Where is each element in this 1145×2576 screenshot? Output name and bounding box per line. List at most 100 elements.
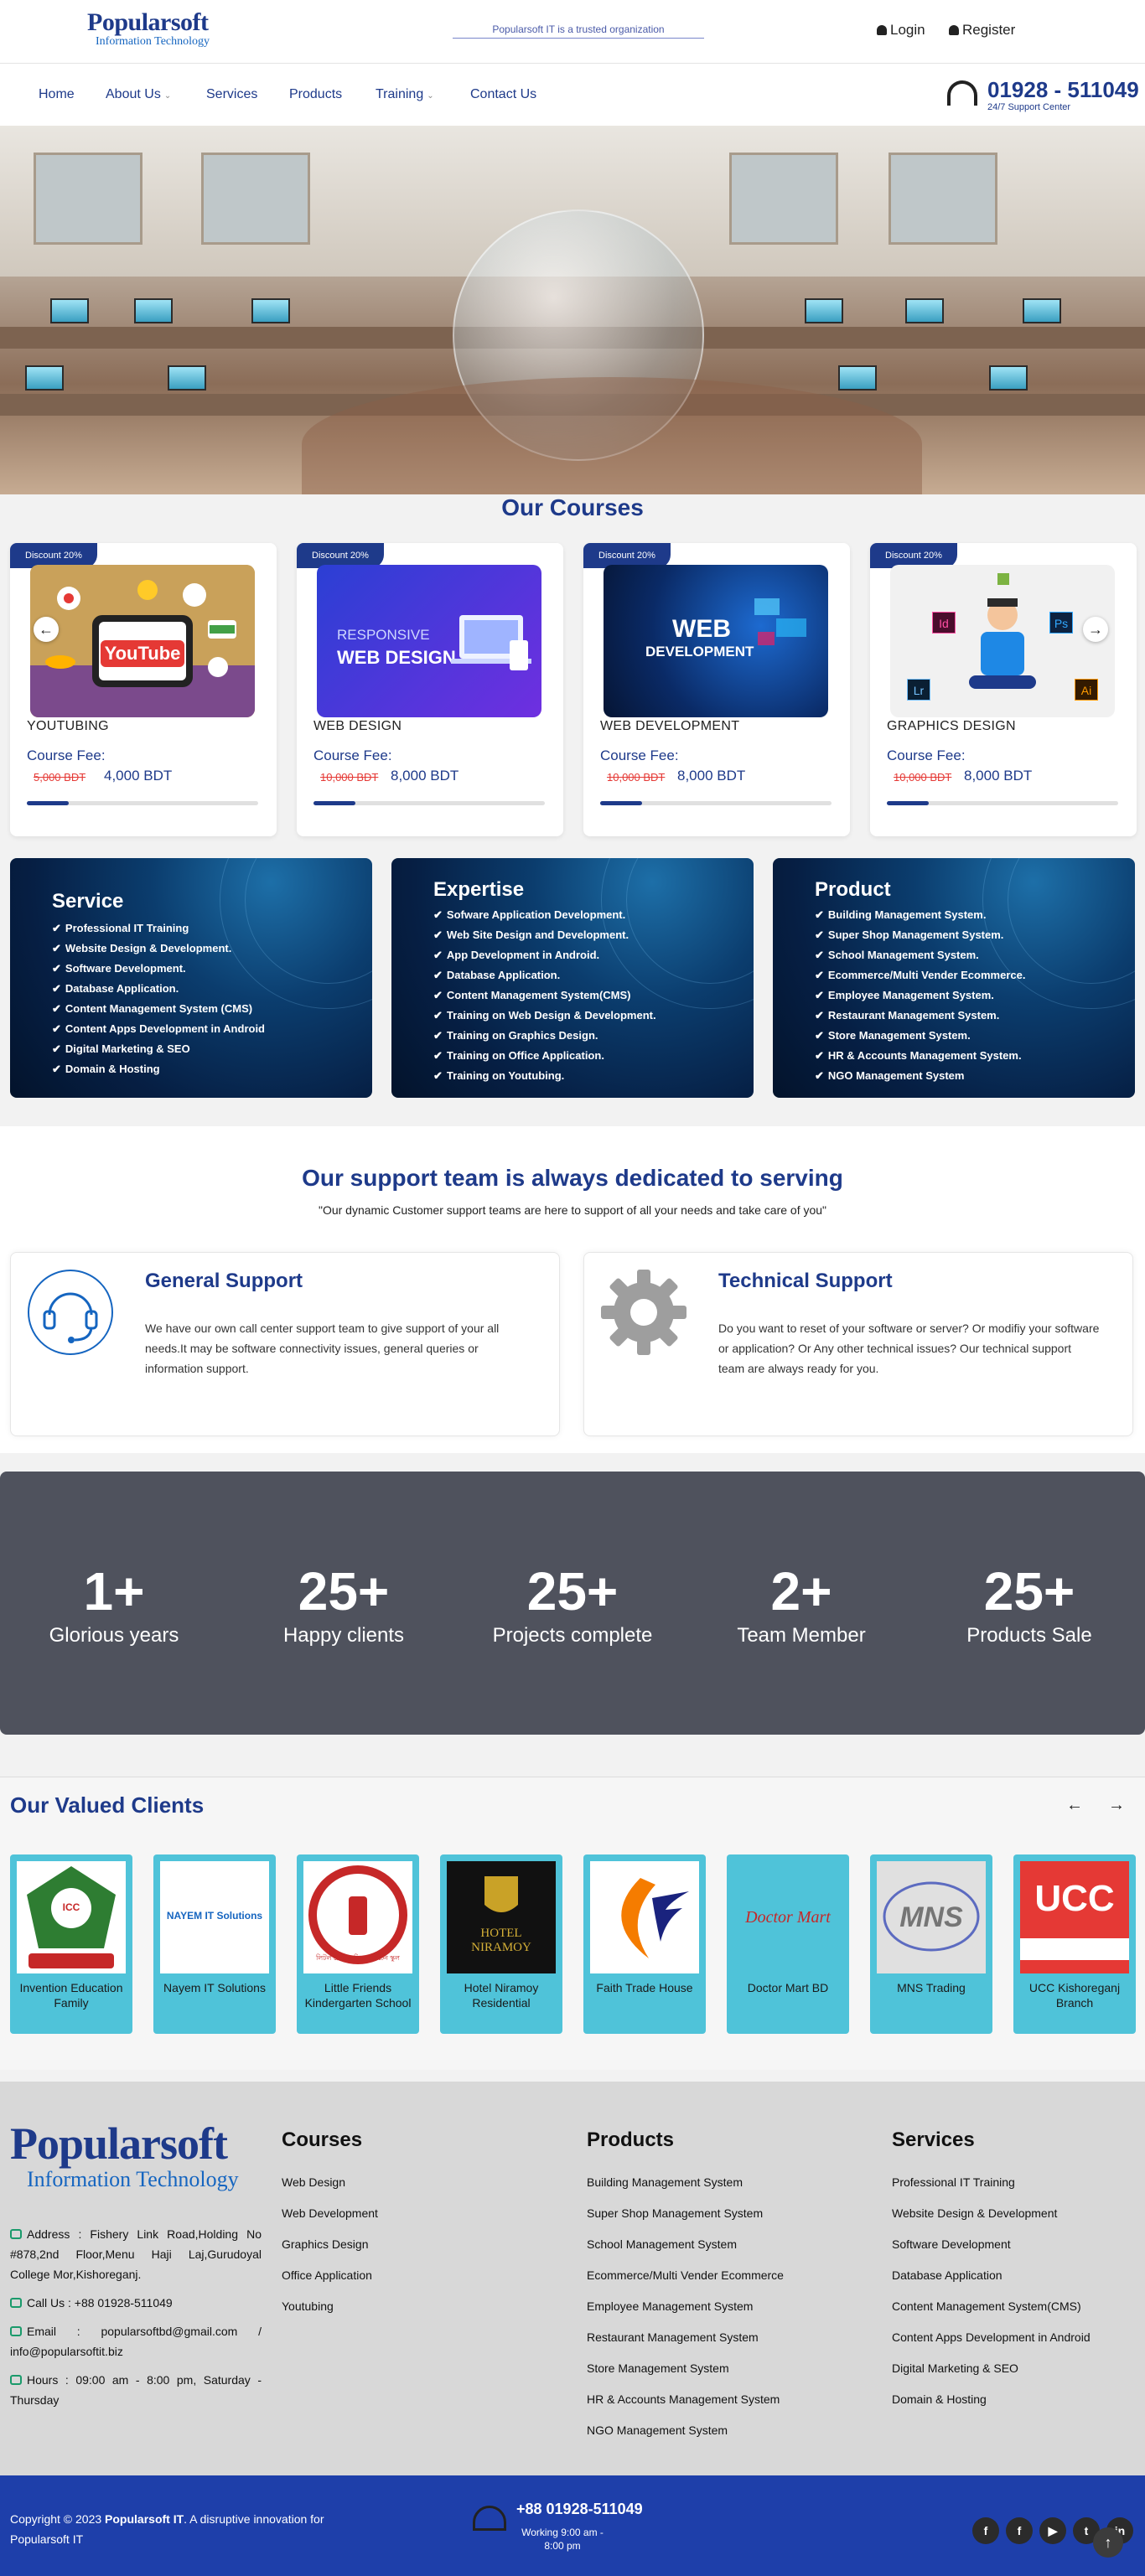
stat-number: 25+ [983,1561,1075,1622]
panel-title: Product [815,878,891,901]
carousel-next-button[interactable]: → [1083,617,1108,642]
footer-link[interactable]: Software Development [892,2229,1091,2260]
general-support-card: General Support We have our own call cen… [10,1252,560,1436]
logo-main-text: Popularsoft [87,8,209,36]
logo-sub-text: Information Technology [96,35,210,48]
nav-services[interactable]: Services [206,87,257,102]
nav-home[interactable]: Home [39,87,75,102]
course-card[interactable]: Discount 20% Id Ps Lr Ai → GRAPHICS DESI… [870,543,1137,836]
panel-title: Expertise [433,878,525,901]
top-header: Popularsoft Information Technology Popul… [0,0,1145,64]
footer-products-title: Products [587,2129,675,2151]
client-card[interactable]: Doctor Mart Doctor Mart BD [727,1854,849,2034]
footer-link[interactable]: Professional IT Training [892,2167,1091,2198]
nav-contact[interactable]: Contact Us [470,87,536,102]
footer: Popularsoft Information Technology Addre… [0,2082,1145,2475]
client-card[interactable]: লিটল ফ্রেন্ডস কিন্ডারগার্টেন স্কুল Littl… [297,1854,419,2034]
footer-logo-sub: Information Technology [27,2167,239,2191]
support-phone[interactable]: 01928 - 511049 24/7 Support Center [947,77,1140,114]
course-old-price: 5,000 BDT [34,771,86,784]
footer-call[interactable]: Call Us : +88 01928-511049 [10,2293,262,2313]
footer-link[interactable]: Content Apps Development in Android [892,2322,1091,2353]
stat-number: 2+ [770,1561,832,1622]
hero-monitor [1023,298,1061,323]
bottom-phone[interactable]: +88 01928-511049 [516,2501,643,2518]
client-card[interactable]: HOTEL NIRAMOY Hotel Niramoy Residential [440,1854,562,2034]
hero-monitor [805,298,843,323]
carousel-prev-button[interactable]: ← [34,617,59,642]
hero-banner [0,126,1145,494]
app-badge-lr: Lr [907,679,930,701]
footer-logo[interactable]: Popularsoft Information Technology [10,2120,239,2192]
footer-link[interactable]: Web Development [282,2198,378,2229]
doctor-mart-logo-text: Doctor Mart [745,1908,831,1927]
facebook-icon[interactable]: f [972,2517,999,2544]
general-support-title: General Support [145,1270,303,1292]
footer-courses-title: Courses [282,2129,363,2151]
footer-link[interactable]: Store Management System [587,2353,784,2384]
footer-link[interactable]: Building Management System [587,2167,784,2198]
footer-link[interactable]: Web Design [282,2167,378,2198]
send-icon [10,2326,22,2336]
course-card[interactable]: Discount 20% WEB DEVELOPMENT WEB DEVELOP… [583,543,850,836]
client-card[interactable]: Faith Trade House [583,1854,706,2034]
footer-link[interactable]: Domain & Hosting [892,2384,1091,2415]
icc-logo-graphic [27,1866,116,1968]
icc-logo-text: ICC [62,1901,80,1913]
course-card[interactable]: Discount 20% RESPONSIVE WEB DESIGN WEB D… [297,543,563,836]
footer-link[interactable]: Website Design & Development [892,2198,1091,2229]
stat-label: Happy clients [282,1624,405,1647]
footer-link[interactable]: HR & Accounts Management System [587,2384,784,2415]
clients-title: Our Valued Clients [10,1792,205,1818]
footer-call-text: Call Us : +88 01928-511049 [27,2296,173,2310]
footer-link[interactable]: Ecommerce/Multi Vender Ecommerce [587,2260,784,2291]
stat-label: Glorious years [49,1624,179,1647]
facebook-icon[interactable]: f [1006,2517,1033,2544]
nav-training[interactable]: Training ⌄ [376,87,434,102]
client-logo: HOTEL NIRAMOY [447,1861,556,1973]
chevron-down-icon: ⌄ [427,91,434,101]
service-panel: Service Professional IT TrainingWebsite … [10,858,372,1098]
footer-link[interactable]: Restaurant Management System [587,2322,784,2353]
copyright-brand: Popularsoft IT [105,2512,184,2526]
footer-link[interactable]: Content Management System(CMS) [892,2291,1091,2322]
footer-link[interactable]: Graphics Design [282,2229,378,2260]
scroll-to-top-button[interactable]: ↑ [1093,2527,1123,2558]
phone-icon [473,2506,506,2531]
app-badge-id: Id [932,612,956,634]
support-subtitle: "Our dynamic Customer support teams are … [318,1203,827,1217]
footer-link[interactable]: Employee Management System [587,2291,784,2322]
nav-about[interactable]: About Us ⌄ [106,87,171,102]
login-link[interactable]: Login [877,22,925,39]
panel-list: Professional IT TrainingWebsite Design &… [52,918,265,1079]
register-label: Register [962,22,1016,38]
footer-link[interactable]: Office Application [282,2260,378,2291]
youtube-icon[interactable]: ▶ [1039,2517,1066,2544]
footer-link[interactable]: NGO Management System [587,2415,784,2446]
footer-link[interactable]: Digital Marketing & SEO [892,2353,1091,2384]
clients-prev-button[interactable]: ← [1066,1796,1083,1815]
course-fee-label: Course Fee: [313,747,392,763]
course-card[interactable]: Discount 20% YouTube ← YOUTUBING Course … [10,543,277,836]
client-card[interactable]: NAYEM IT Solutions Nayem IT Solutions [153,1854,276,2034]
footer-link[interactable]: School Management System [587,2229,784,2260]
logo[interactable]: Popularsoft Information Technology [87,10,238,49]
hero-monitor [25,365,64,391]
stat-number: 1+ [83,1561,145,1622]
footer-link[interactable]: Database Application [892,2260,1091,2291]
client-card[interactable]: ICC Invention Education Family [10,1854,132,2034]
clients-next-button[interactable]: → [1108,1796,1125,1815]
register-link[interactable]: Register [949,22,1015,39]
footer-link[interactable]: Youtubing [282,2291,378,2322]
panel-list-item: Building Management System. [815,905,1025,925]
client-name: UCC Kishoreganj Branch [1028,1981,1121,2010]
devices-illustration [451,615,531,670]
nav-products[interactable]: Products [289,87,342,102]
footer-link[interactable]: Super Shop Management System [587,2198,784,2229]
user-icon [877,25,887,35]
client-card[interactable]: UCC UCC Kishoreganj Branch [1013,1854,1136,2034]
client-card[interactable]: MNS MNS Trading [870,1854,992,2034]
course-name: YOUTUBING [27,719,109,733]
bottom-hours: Working 9:00 am - 8:00 pm [521,2527,604,2552]
footer-email[interactable]: Email : popularsoftbd@gmail.com / info@p… [10,2321,262,2361]
